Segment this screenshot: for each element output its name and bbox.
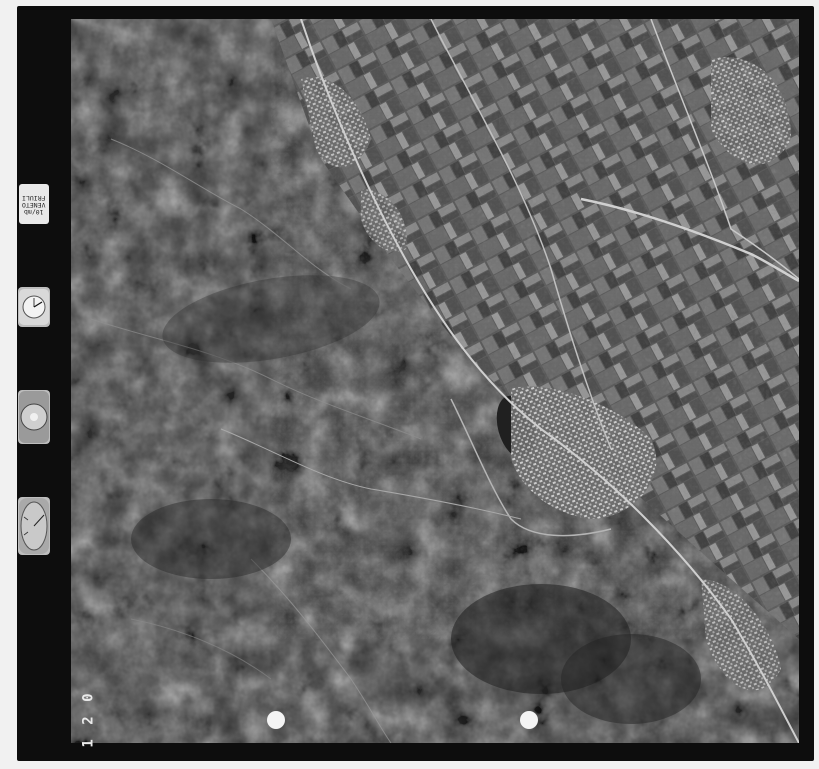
left-fiducial-notch <box>57 372 71 398</box>
bottom-fiducial-notch <box>425 747 455 761</box>
punch-hole <box>267 711 285 729</box>
punch-hole <box>520 711 538 729</box>
frame-number: 1 2 0 <box>78 690 100 748</box>
aerial-photo <box>71 19 799 743</box>
flight-info-text: 10/mb VENETO FRIULI <box>22 193 46 216</box>
bubble-level-icon <box>18 390 50 444</box>
altimeter-dial-icon <box>18 287 50 327</box>
flight-info-label: 10/mb VENETO FRIULI <box>19 184 49 224</box>
top-fiducial-notch <box>418 6 448 20</box>
clock-dial-icon <box>18 497 50 555</box>
frame-number-text: 1 2 0 <box>81 690 97 748</box>
